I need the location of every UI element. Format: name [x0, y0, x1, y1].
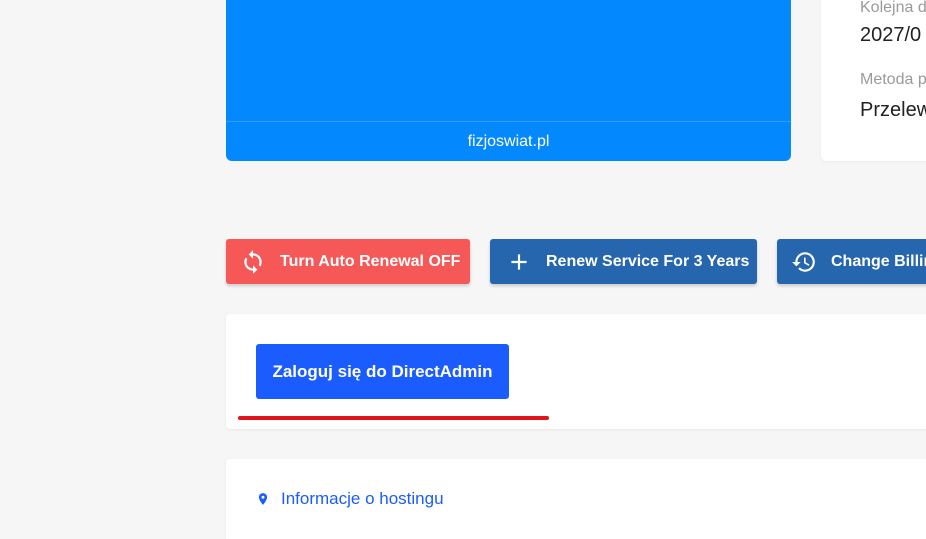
location-pin-icon — [256, 491, 270, 507]
red-underline-annotation — [238, 416, 549, 420]
plus-icon — [506, 249, 532, 275]
change-billing-button[interactable]: Change Billin — [777, 239, 926, 284]
service-info-card: Kolejna d 2027/0 Metoda p Przelew — [821, 0, 926, 161]
payment-method-label: Metoda p — [860, 71, 926, 88]
service-domain: fizjoswiat.pl — [467, 133, 550, 150]
next-due-value: 2027/0 — [860, 24, 922, 46]
next-due-label: Kolejna d — [860, 0, 926, 16]
hosting-info-label: Informacje o hostingu — [281, 489, 444, 508]
login-directadmin-button[interactable]: Zaloguj się do DirectAdmin — [256, 344, 509, 399]
hosting-info-card: Informacje o hostingu — [226, 459, 926, 539]
change-billing-label: Change Billin — [831, 252, 926, 270]
hosting-info-link[interactable]: Informacje o hostingu — [256, 488, 444, 510]
history-icon — [791, 249, 817, 275]
login-card: Zaloguj się do DirectAdmin — [226, 314, 926, 429]
renew-service-button[interactable]: Renew Service For 3 Years — [490, 239, 757, 284]
refresh-icon — [240, 249, 266, 275]
payment-method-value: Przelew — [860, 99, 926, 121]
service-card-divider — [226, 121, 791, 122]
turn-auto-renewal-off-button[interactable]: Turn Auto Renewal OFF — [226, 239, 470, 284]
service-card: fizjoswiat.pl — [226, 0, 791, 161]
turn-auto-renewal-off-label: Turn Auto Renewal OFF — [280, 252, 461, 270]
renew-service-label: Renew Service For 3 Years — [546, 252, 750, 270]
